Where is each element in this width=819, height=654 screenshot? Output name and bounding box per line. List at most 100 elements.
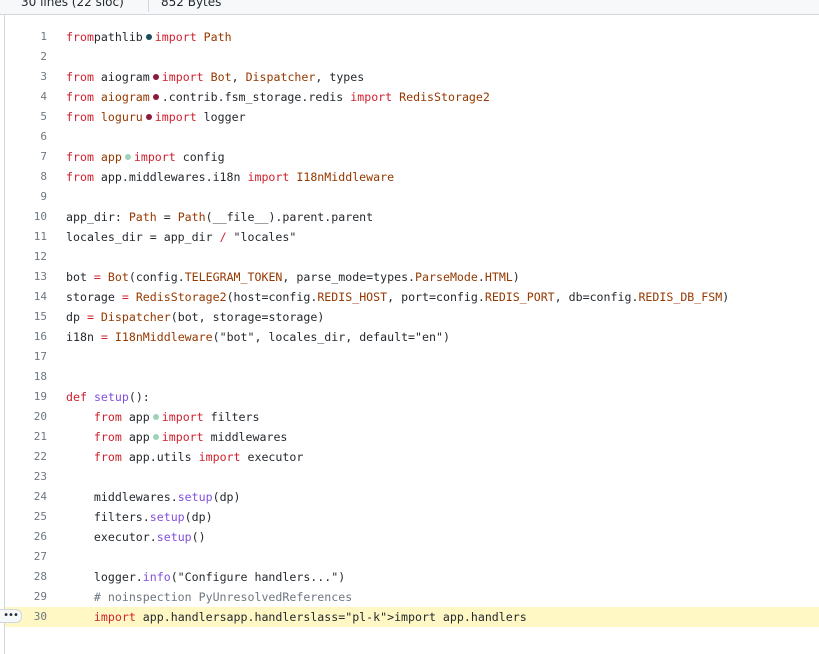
line-number[interactable]: 15	[5, 307, 47, 327]
code-token: .contrib.fsm_storage.redis	[161, 90, 351, 104]
line-number[interactable]: 8	[5, 167, 47, 187]
code-line: 24 middlewares.setup(dp)	[5, 487, 819, 507]
code-token: Path	[203, 30, 232, 44]
line-number[interactable]: 9	[5, 187, 47, 207]
code-token: from	[66, 150, 94, 164]
line-number[interactable]: 12	[5, 247, 47, 267]
line-number[interactable]: 6	[5, 127, 47, 147]
code-token: from	[66, 30, 94, 44]
code-token: executor.	[66, 530, 157, 544]
code-token: aiogram	[93, 70, 150, 84]
code-text: from app.utils import executor	[66, 447, 303, 467]
file-info-bar: 30 lines (22 sloc) 852 Bytes	[0, 0, 819, 15]
line-number[interactable]: 19	[5, 387, 47, 407]
code-token: Dispatcher	[100, 310, 171, 324]
line-number[interactable]: 3	[5, 67, 47, 87]
code-text: dp = Dispatcher(bot, storage=storage)	[66, 307, 324, 327]
line-number[interactable]: 18	[5, 367, 47, 387]
code-token: storage	[66, 290, 122, 304]
code-text: # noinspection PyUnresolvedReferences	[66, 587, 352, 607]
code-token: app.utils	[121, 450, 199, 464]
code-token: RedisStorage2	[135, 290, 227, 304]
code-token: app	[100, 150, 122, 164]
line-number[interactable]: 13	[5, 267, 47, 287]
code-line: 8 from app.middlewares.i18n import I18nMi…	[5, 167, 819, 187]
line-count: 30 lines (22 sloc)	[21, 0, 124, 9]
code-token: pathlib	[93, 30, 143, 44]
code-token: =	[93, 270, 101, 284]
code-token: "locales"	[226, 230, 297, 244]
line-number[interactable]: 17	[5, 347, 47, 367]
line-number[interactable]: 7	[5, 147, 47, 167]
code-token: import	[154, 110, 197, 124]
code-text: from app import config	[66, 147, 225, 167]
line-number[interactable]: 27	[5, 547, 47, 567]
code-token: , parse_mode=types.	[282, 270, 416, 284]
line-number[interactable]: 11	[5, 227, 47, 247]
code-token: (__file__).parent.parent	[205, 210, 374, 224]
code-text: frompathlib import Path	[66, 27, 232, 47]
git-blame-dot-icon	[152, 433, 159, 440]
line-number[interactable]: 4	[5, 87, 47, 107]
code-line: 13 bot = Bot(config.TELEGRAM_TOKEN, parse…	[5, 267, 819, 287]
line-number[interactable]: 5	[5, 107, 47, 127]
line-number[interactable]: 24	[5, 487, 47, 507]
line-number[interactable]: 20	[5, 407, 47, 427]
code-token: REDIS_DB_FSM	[638, 290, 723, 304]
code-token: app_dir:	[66, 210, 129, 224]
code-token: Dispatcher	[245, 70, 316, 84]
code-line: 21 from app import middlewares	[5, 427, 819, 447]
code-token: app	[121, 430, 150, 444]
code-token: logger	[196, 110, 246, 124]
code-line: 15 dp = Dispatcher(bot, storage=storage)	[5, 307, 819, 327]
line-number[interactable]: 22	[5, 447, 47, 467]
line-number[interactable]: 21	[5, 427, 47, 447]
code-line: 7 from app import config	[5, 147, 819, 167]
line-number[interactable]: 29	[5, 587, 47, 607]
git-blame-dot-icon	[152, 73, 159, 80]
line-number[interactable]: 16	[5, 327, 47, 347]
line-number[interactable]: 23	[5, 467, 47, 487]
line-number[interactable]: 1	[5, 27, 47, 47]
code-line: 10 app_dir: Path = Path(__file__).parent.…	[5, 207, 819, 227]
code-token: REDIS_PORT	[484, 290, 555, 304]
code-text: from aiogram import Bot, Dispatcher, type…	[66, 67, 364, 87]
code-token: bot	[66, 270, 94, 284]
code-token: executor	[240, 450, 304, 464]
code-token: app.middlewares.i18n	[93, 170, 248, 184]
line-number[interactable]: 14	[5, 287, 47, 307]
code-token: import	[133, 150, 176, 164]
code-line: 18	[5, 367, 819, 387]
git-blame-dot-icon	[124, 153, 131, 160]
code-token: =	[156, 210, 178, 224]
code-token: Path	[128, 210, 157, 224]
code-token: locales_dir = app_dir	[66, 230, 220, 244]
line-number[interactable]: 25	[5, 507, 47, 527]
code-token: I18nMiddleware	[114, 330, 213, 344]
code-token: , db=config.	[554, 290, 639, 304]
code-text: i18n = I18nMiddleware("bot", locales_dir…	[66, 327, 450, 347]
code-token: from	[66, 90, 94, 104]
code-token: app	[121, 410, 150, 424]
code-text: from aiogram .contrib.fsm_storage.redis i…	[66, 87, 490, 107]
code-line: 11 locales_dir = app_dir / "locales"	[5, 227, 819, 247]
more-options-button[interactable]: •••	[0, 609, 22, 623]
code-token: aiogram	[100, 90, 150, 104]
code-token: .	[477, 270, 485, 284]
code-token: TELEGRAM_TOKEN	[184, 270, 283, 284]
code-token: HTML	[484, 270, 513, 284]
line-number[interactable]: 26	[5, 527, 47, 547]
line-number[interactable]: 28	[5, 567, 47, 587]
line-number[interactable]: 2	[5, 47, 47, 67]
code-text: import app.handlersapp.handlerslass="pl-…	[66, 607, 527, 627]
kebab-horizontal-icon: •••	[3, 610, 19, 621]
code-text: logger.info("Configure handlers...")	[66, 567, 345, 587]
code-line: 26 executor.setup()	[5, 527, 819, 547]
line-number[interactable]: 10	[5, 207, 47, 227]
